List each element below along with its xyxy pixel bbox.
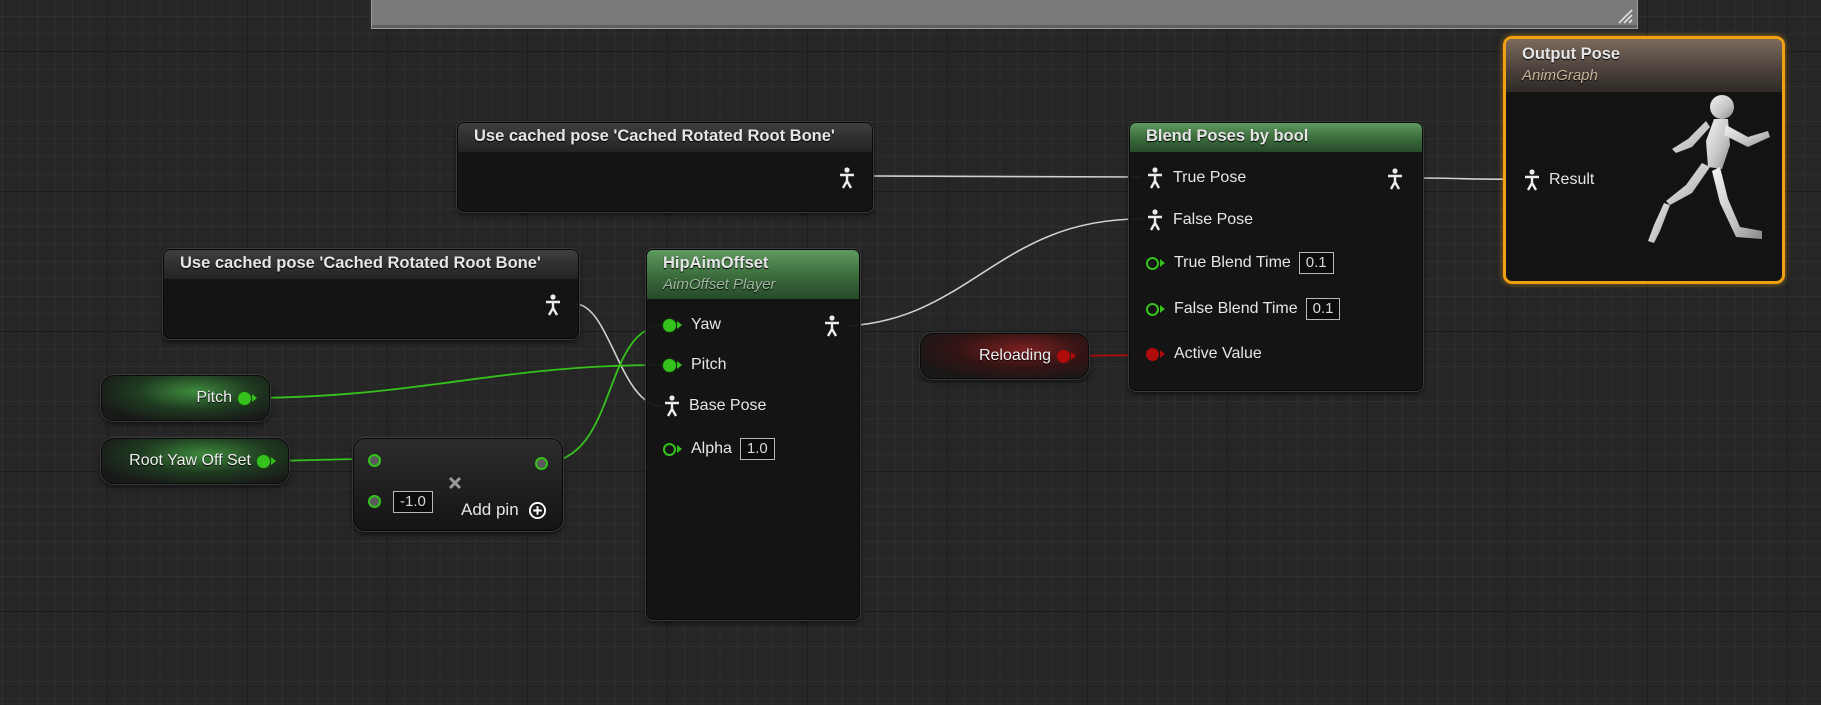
pin-label: Base Pose [689, 397, 767, 414]
variable-label: Root Yaw Off Set [129, 452, 251, 469]
output-pose-node[interactable]: Output Pose AnimGraph Result [1503, 36, 1785, 284]
pose-figure-icon[interactable] [663, 395, 681, 417]
float-pin-icon[interactable] [663, 442, 676, 456]
resize-grip-icon[interactable] [1617, 8, 1633, 24]
wire-pitch-to-pitch[interactable] [244, 364, 667, 399]
blend-poses-by-bool-node[interactable]: Blend Poses by bool True Pose False Pose… [1129, 122, 1423, 391]
node-title: Output Pose [1522, 45, 1621, 63]
node-title: Blend Poses by bool [1130, 123, 1422, 152]
pin-active-value[interactable]: Active Value [1146, 345, 1262, 363]
cached-pose-node-1[interactable]: Use cached pose 'Cached Rotated Root Bon… [457, 122, 873, 212]
input-pin-a-icon[interactable] [368, 454, 381, 467]
true-blend-time-field[interactable]: 0.1 [1298, 252, 1334, 274]
pose-figure-icon[interactable] [1146, 167, 1164, 189]
pin-label: True Blend Time [1174, 254, 1291, 271]
node-subtitle: AimOffset Player [663, 276, 776, 293]
wire-cached-to-true-pose[interactable] [872, 175, 1142, 178]
pose-figure-icon[interactable] [1386, 168, 1404, 190]
pin-label: Active Value [1174, 345, 1262, 362]
multiply-node[interactable]: -1.0 Add pin [353, 438, 563, 531]
pin-arrow-icon [677, 321, 682, 329]
float-pin-icon[interactable] [663, 318, 676, 332]
reloading-variable-node[interactable]: Reloading [920, 333, 1089, 379]
pin-result[interactable]: Result [1523, 169, 1594, 191]
float-pin-icon[interactable] [238, 391, 257, 405]
pin-label: False Blend Time [1174, 300, 1298, 317]
output-pin-icon[interactable] [535, 457, 548, 470]
pin-arrow-icon [1160, 350, 1165, 358]
comment-box[interactable] [371, 0, 1638, 29]
false-blend-time-field[interactable]: 0.1 [1305, 298, 1341, 320]
pin-arrow-icon [677, 445, 682, 453]
pin-base-pose[interactable]: Base Pose [663, 395, 766, 417]
pose-figure-icon[interactable] [823, 315, 841, 337]
hip-aim-offset-node[interactable]: HipAimOffset AimOffset Player Yaw Pitch … [646, 249, 860, 620]
node-title: Use cached pose 'Cached Rotated Root Bon… [164, 250, 578, 279]
pin-true-blend-time[interactable]: True Blend Time 0.1 [1146, 252, 1334, 274]
variable-label: Pitch [196, 389, 232, 406]
pin-false-blend-time[interactable]: False Blend Time 0.1 [1146, 298, 1341, 320]
wire-aim-to-false-pose[interactable] [845, 218, 1143, 327]
root-yaw-offset-variable-node[interactable]: Root Yaw Off Set [101, 438, 289, 484]
pitch-variable-node[interactable]: Pitch [101, 375, 270, 421]
pin-pitch[interactable]: Pitch [663, 356, 727, 374]
pin-yaw[interactable]: Yaw [663, 316, 721, 334]
pin-label: Pitch [691, 356, 727, 373]
float-pin-icon[interactable] [663, 358, 676, 372]
float-pin-icon[interactable] [257, 454, 276, 468]
bool-pin-icon[interactable] [1146, 347, 1159, 361]
input-pin-b-icon[interactable] [368, 495, 381, 508]
multiply-icon [448, 476, 462, 490]
pin-label: True Pose [1173, 169, 1247, 186]
pin-alpha[interactable]: Alpha 1.0 [663, 438, 775, 460]
bool-pin-icon[interactable] [1057, 349, 1076, 363]
float-pin-icon[interactable] [1146, 256, 1159, 270]
multiply-operand-field[interactable]: -1.0 [393, 491, 433, 513]
node-header: Output Pose AnimGraph [1506, 39, 1782, 92]
pose-figure-icon[interactable] [1146, 209, 1164, 231]
pin-true-pose[interactable]: True Pose [1146, 167, 1246, 189]
node-subtitle: AnimGraph [1522, 67, 1598, 84]
node-title: Use cached pose 'Cached Rotated Root Bon… [458, 123, 872, 152]
add-pin-button[interactable]: Add pin [461, 500, 547, 520]
pin-label: False Pose [1173, 211, 1254, 228]
mannequin-icon [1648, 95, 1770, 243]
float-pin-icon[interactable] [1146, 302, 1159, 316]
add-circle-icon[interactable] [528, 501, 547, 520]
pin-label: Alpha [691, 440, 732, 457]
cached-pose-node-2[interactable]: Use cached pose 'Cached Rotated Root Bon… [163, 249, 579, 339]
node-title: HipAimOffset [663, 254, 769, 272]
pin-arrow-icon [677, 361, 682, 369]
pose-figure-icon[interactable] [544, 294, 562, 316]
pin-arrow-icon [1160, 259, 1165, 267]
pin-false-pose[interactable]: False Pose [1146, 209, 1253, 231]
pin-label: Yaw [691, 316, 721, 333]
pose-figure-icon[interactable] [838, 167, 856, 189]
variable-label: Reloading [978, 347, 1051, 364]
alpha-value-field[interactable]: 1.0 [739, 438, 775, 460]
pose-figure-icon[interactable] [1523, 169, 1541, 191]
add-pin-label: Add pin [461, 500, 519, 519]
pin-arrow-icon [1160, 305, 1165, 313]
pin-label: Result [1549, 171, 1595, 188]
node-header: HipAimOffset AimOffset Player [647, 250, 859, 299]
